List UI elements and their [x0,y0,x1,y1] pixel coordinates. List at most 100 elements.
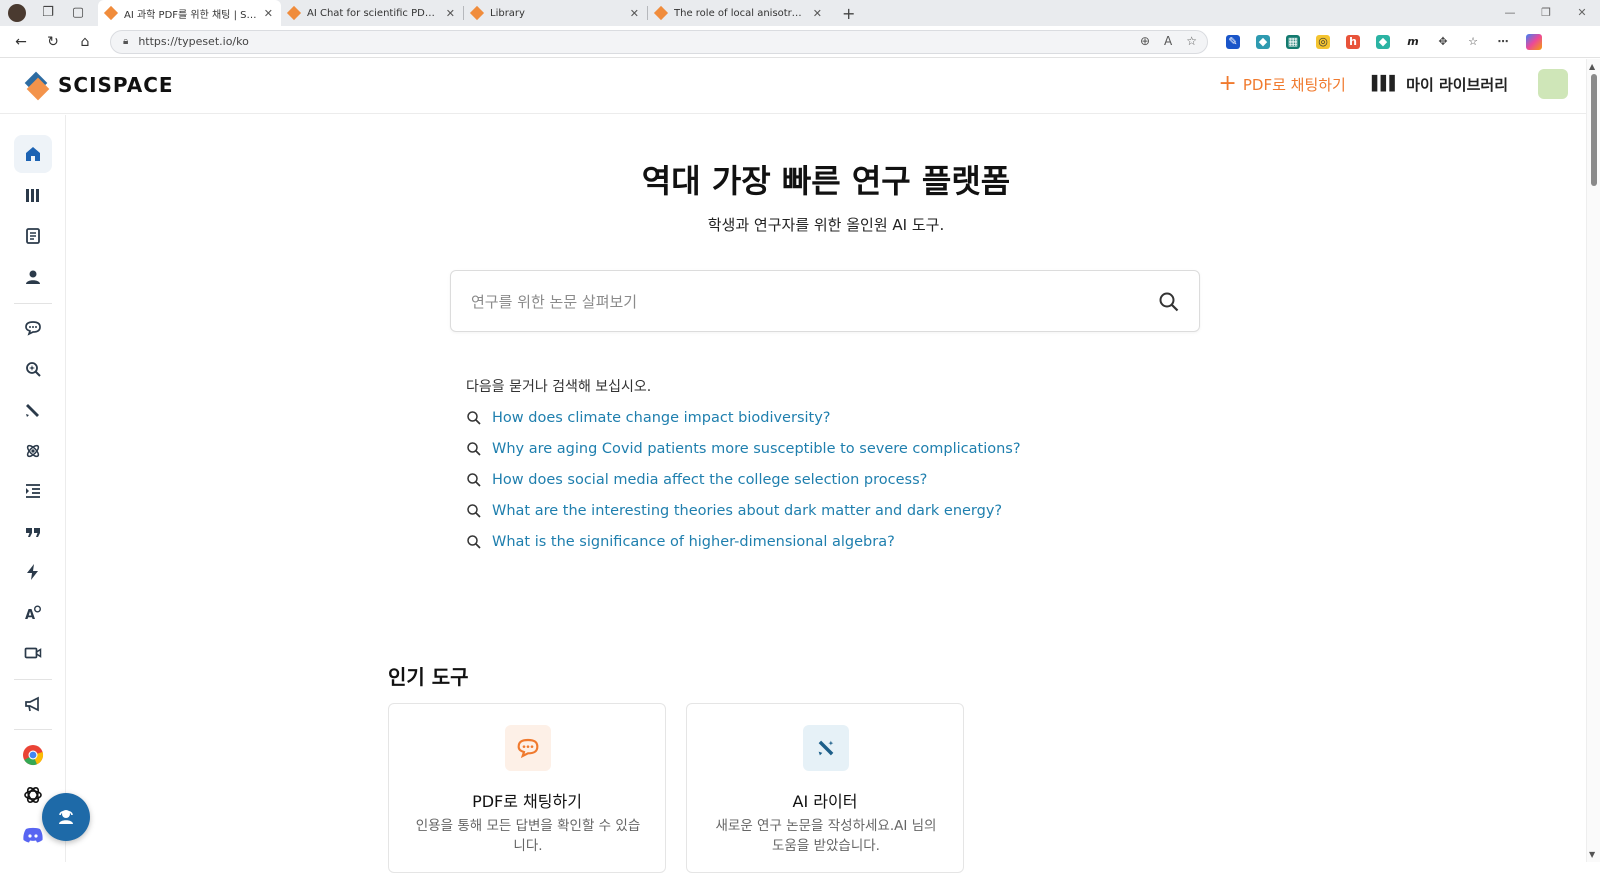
scispace-logo[interactable]: SCISPACE [24,71,174,101]
extension-scispace-icon[interactable]: ◆ [1256,34,1270,49]
restore-icon[interactable]: ❐ [1528,0,1564,26]
new-tab-button[interactable]: + [842,4,855,23]
suggestion-link[interactable]: What is the significance of higher-dimen… [492,534,895,550]
tab-title: Library [490,7,525,19]
discord-icon [23,827,43,843]
close-tab-icon[interactable]: ✕ [813,7,822,20]
document-icon [26,228,40,244]
user-avatar[interactable] [1538,69,1568,99]
browser-tab-1[interactable]: AI 과학 PDF를 위한 채팅 | SciSpace ✕ [98,0,281,26]
favorites-icon[interactable]: ☆ [1466,34,1480,49]
extension-circle-icon[interactable]: ◎ [1316,34,1330,49]
sidebar-divider [14,729,52,730]
browser-tab-3[interactable]: Library ✕ [464,0,647,26]
sidebar-item-library[interactable] [14,176,52,214]
library-icon [26,189,39,202]
tab-title: The role of local anisotropy profiles [674,7,807,19]
close-tab-icon[interactable]: ✕ [630,7,639,20]
chat-with-pdf-button[interactable]: + PDF로 채팅하기 [1218,71,1345,96]
sidebar-item-citation-generator[interactable] [14,513,52,551]
more-menu-icon[interactable]: ⋯ [1496,34,1510,49]
scispace-favicon [286,5,302,21]
favorite-star-icon[interactable]: ☆ [1186,34,1197,48]
sidebar-item-notes[interactable] [14,217,52,255]
sidebar-item-extract-data[interactable] [14,553,52,591]
close-tab-icon[interactable]: ✕ [264,7,273,20]
workspaces-icon[interactable]: ❐ [40,5,56,21]
close-tab-icon[interactable]: ✕ [446,7,455,20]
logo-mark-icon [24,71,50,101]
sidebar-divider [14,303,52,304]
back-icon[interactable]: ← [10,34,32,50]
sidebar: A [0,115,66,862]
extensions-puzzle-icon[interactable]: ✥ [1436,34,1450,49]
extension-m-icon[interactable]: m [1406,34,1420,49]
sidebar-item-profile[interactable] [14,258,52,296]
sidebar-item-chat-pdf[interactable] [14,309,52,347]
scroll-up-icon[interactable]: ▲ [1589,62,1595,71]
sidebar-item-paraphraser[interactable] [14,472,52,510]
extension-pen-icon[interactable]: ✎ [1226,34,1240,49]
suggestion-item[interactable]: What are the interesting theories about … [466,495,1021,526]
megaphone-icon [25,696,39,712]
tool-card-ai-writer[interactable]: AI 라이터 새로운 연구 논문을 작성하세요.AI 님의 도움을 받았습니다. [686,703,964,873]
suggestion-item[interactable]: What is the significance of higher-dimen… [466,526,1021,557]
sidebar-item-chrome-extension[interactable] [14,736,52,774]
pen-icon [26,404,39,417]
suggestion-link[interactable]: How does social media affect the college… [492,472,927,488]
sidebar-item-video[interactable] [14,634,52,672]
lock-icon[interactable]: 🔒︎ [123,36,128,47]
browser-tab-4[interactable]: The role of local anisotropy profiles ✕ [648,0,830,26]
sidebar-item-announcements[interactable] [14,685,52,723]
plus-icon: + [1218,71,1237,96]
suggestion-link[interactable]: Why are aging Covid patients more suscep… [492,441,1021,457]
my-library-button[interactable]: ▌▌▌ 마이 라이브러리 [1372,74,1508,95]
read-aloud-icon[interactable]: A [1164,34,1172,48]
zoom-icon[interactable]: ⊕ [1140,34,1150,48]
scroll-down-icon[interactable]: ▼ [1589,850,1595,859]
sidebar-item-ai-detector[interactable]: A [14,594,52,632]
scispace-favicon [103,5,119,21]
suggestion-link[interactable]: How does climate change impact biodivers… [492,410,830,426]
sidebar-item-home[interactable] [14,135,52,173]
atom-icon [26,444,40,458]
extension-diamond-icon[interactable]: ◆ [1376,34,1390,49]
close-window-icon[interactable]: ✕ [1564,0,1600,26]
search-icon [467,410,481,425]
sidebar-divider [14,679,52,680]
extension-h-icon[interactable]: h [1346,34,1360,49]
search-icon [467,472,481,487]
profile-avatar[interactable] [8,4,26,22]
suggestion-link[interactable]: What are the interesting theories about … [492,503,1002,519]
suggestion-item[interactable]: Why are aging Covid patients more suscep… [466,433,1021,464]
browser-tab-2[interactable]: AI Chat for scientific PDFs | SciSpace ✕ [281,0,463,26]
tool-card-description: 새로운 연구 논문을 작성하세요.AI 님의 도움을 받았습니다. [715,818,937,854]
video-icon [24,647,42,659]
page-scrollbar[interactable]: ▲ ▼ [1586,59,1600,862]
reload-icon[interactable]: ↻ [42,34,64,50]
support-chat-button[interactable] [42,793,90,841]
browser-toolbar: ← ↻ ⌂ 🔒︎ https://typeset.io/ko ⊕ A ☆ ✎ ◆… [0,26,1600,58]
support-agent-icon [59,810,73,824]
search-icon[interactable] [1157,290,1181,314]
tool-card-chat-pdf[interactable]: PDF로 채팅하기 인용을 통해 모든 답변을 확인할 수 있습니다. [388,703,666,873]
search-sparkle-icon [26,362,41,377]
sidebar-item-math-solver[interactable] [14,432,52,470]
window-controls: — ❐ ✕ [1492,0,1600,26]
url-text: https://typeset.io/ko [138,35,249,48]
minimize-icon[interactable]: — [1492,0,1528,26]
tab-actions-icon[interactable]: ▢ [70,5,86,21]
scroll-thumb[interactable] [1591,74,1597,186]
app-header: SCISPACE + PDF로 채팅하기 ▌▌▌ 마이 라이브러리 [0,59,1586,114]
suggestion-item[interactable]: How does climate change impact biodivers… [466,402,1021,433]
suggestion-item[interactable]: How does social media affect the college… [466,464,1021,495]
paper-search-input[interactable] [471,288,1131,316]
sidebar-item-literature-review[interactable] [14,350,52,388]
tab-title: AI 과학 PDF를 위한 채팅 | SciSpace [124,9,258,21]
address-bar[interactable]: 🔒︎ https://typeset.io/ko ⊕ A ☆ [110,29,1208,54]
extension-grid-icon[interactable]: ▦ [1286,34,1300,49]
copilot-icon[interactable] [1526,33,1542,50]
tab-title: AI Chat for scientific PDFs | SciSpace [307,7,440,19]
home-browser-icon[interactable]: ⌂ [74,34,96,50]
sidebar-item-ai-writer[interactable] [14,391,52,429]
